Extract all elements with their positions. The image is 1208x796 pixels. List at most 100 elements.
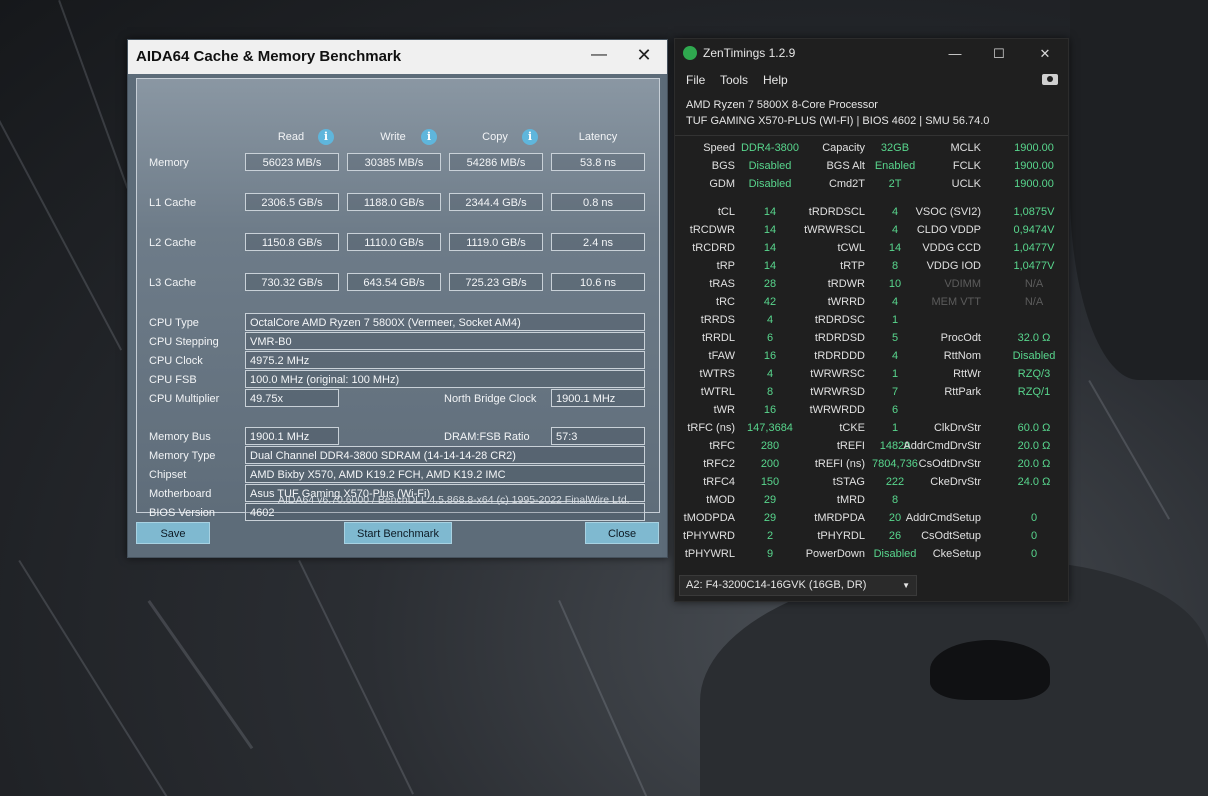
label-rttwr: RttWr — [953, 368, 981, 380]
close-icon[interactable]: ✕ — [1033, 43, 1057, 65]
memory-read-value: 56023 MB/s — [245, 153, 339, 171]
label-trfc: tRFC — [709, 440, 735, 452]
board-info: TUF GAMING X570-PLUS (WI-FI) | BIOS 4602… — [686, 115, 990, 127]
column-header-write: Write — [380, 131, 406, 143]
zentimings-titlebar[interactable]: ZenTimings 1.2.9 — ☐ ✕ — [675, 39, 1068, 69]
label-trfc4: tRFC4 — [703, 476, 735, 488]
label-uclk: UCLK — [951, 178, 981, 190]
label-bgs: BGS — [711, 160, 735, 172]
start-benchmark-button[interactable]: Start Benchmark — [344, 522, 452, 544]
cpu-fsb-value: 100.0 MHz (original: 100 MHz) — [245, 370, 645, 388]
value-addrcmddrvstr: 20.0 Ω — [1017, 440, 1051, 452]
menu-tools[interactable]: Tools — [720, 73, 748, 87]
value-mclk: 1900.00 — [1014, 142, 1054, 154]
copy-info-icon[interactable]: i — [522, 129, 538, 145]
minimize-icon[interactable]: — — [588, 42, 610, 68]
cpu-type-label: CPU Type — [149, 317, 199, 329]
motherboard-label: Motherboard — [149, 488, 212, 500]
label-twr: tWR — [713, 404, 735, 416]
screenshot-camera-icon[interactable] — [1042, 74, 1058, 85]
label-addrcmdsetup: AddrCmdSetup — [905, 512, 981, 524]
l3-copy-value: 725.23 GB/s — [449, 273, 543, 291]
minimize-icon[interactable]: — — [943, 43, 967, 65]
cpu-multiplier-label: CPU Multiplier — [149, 393, 220, 405]
label-addrcmddrvstr: AddrCmdDrvStr — [903, 440, 981, 452]
dram-fsb-ratio-label: DRAM:FSB Ratio — [444, 431, 530, 443]
l1-read-value: 2306.5 GB/s — [245, 193, 339, 211]
bios-version-label: BIOS Version — [149, 507, 216, 519]
memory-bus-label: Memory Bus — [149, 431, 211, 443]
label-mem-vtt: MEM VTT — [931, 296, 982, 308]
north-bridge-clock-label: North Bridge Clock — [444, 393, 537, 405]
column-header-copy: Copy — [482, 131, 508, 143]
label-tphywrl: tPHYWRL — [684, 548, 735, 560]
label-gdm: GDM — [709, 178, 735, 190]
save-button[interactable]: Save — [136, 522, 210, 544]
label-fclk: FCLK — [952, 160, 981, 172]
aida64-window: AIDA64 Cache & Memory Benchmark — ✕ Read… — [127, 39, 668, 558]
l2-copy-value: 1119.0 GB/s — [449, 233, 543, 251]
value-clkdrvstr: 60.0 Ω — [1017, 422, 1051, 434]
row-label-l1: L1 Cache — [149, 197, 197, 209]
l1-copy-value: 2344.4 GB/s — [449, 193, 543, 211]
dimm-select-dropdown[interactable]: A2: F4-3200C14-16GVK (16GB, DR) ▼ — [679, 575, 917, 596]
label-trrds: tRRDS — [700, 314, 735, 326]
label-csodtsetup: CsOdtSetup — [921, 530, 981, 542]
value-vdimm: N/A — [1024, 278, 1044, 290]
wallpaper-streak — [1088, 380, 1170, 520]
value-procodt: 32.0 Ω — [1017, 332, 1051, 344]
value-ckedrvstr: 24.0 Ω — [1017, 476, 1051, 488]
menu-file[interactable]: File — [686, 73, 705, 87]
cpu-name: AMD Ryzen 7 5800X 8-Core Processor — [686, 99, 878, 111]
chipset-value: AMD Bixby X570, AMD K19.2 FCH, AMD K19.2… — [245, 465, 645, 483]
value-tmrd: 8 — [891, 494, 899, 506]
memory-bus-value: 1900.1 MHz — [245, 427, 339, 445]
row-label-memory: Memory — [149, 157, 189, 169]
cpu-clock-value: 4975.2 MHz — [245, 351, 645, 369]
label-trp: tRP — [716, 260, 735, 272]
l3-read-value: 730.32 GB/s — [245, 273, 339, 291]
aida64-titlebar[interactable]: AIDA64 Cache & Memory Benchmark — ✕ — [128, 40, 667, 74]
label-ckedrvstr: CkeDrvStr — [930, 476, 981, 488]
label-csodtdrvstr: CsOdtDrvStr — [918, 458, 981, 470]
version-info: AIDA64 v6.70.6000 / BenchDLL 4.5.868.8-x… — [278, 494, 630, 506]
value-vddg-iod: 1,0477V — [1013, 260, 1055, 272]
memory-write-value: 30385 MB/s — [347, 153, 441, 171]
label-twtrs: tWTRS — [699, 368, 735, 380]
close-icon[interactable]: ✕ — [631, 42, 657, 68]
memory-type-label: Memory Type — [149, 450, 216, 462]
divider — [675, 135, 1068, 136]
label-vsoc-svi2: VSOC (SVI2) — [915, 206, 981, 218]
label-tcl: tCL — [717, 206, 735, 218]
cpu-stepping-value: VMR-B0 — [245, 332, 645, 350]
column-header-read: Read — [277, 131, 305, 143]
wallpaper-figure-shoulder — [1070, 0, 1208, 380]
wallpaper-streak — [558, 600, 650, 796]
menu-help[interactable]: Help — [763, 73, 788, 87]
cpu-multiplier-value: 49.75x — [245, 389, 339, 407]
dimm-select-value: A2: F4-3200C14-16GVK (16GB, DR) — [686, 579, 867, 591]
value-rttpark: RZQ/1 — [1017, 386, 1051, 398]
read-info-icon[interactable]: i — [318, 129, 334, 145]
value-rttwr: RZQ/3 — [1017, 368, 1051, 380]
value-cldo-vddp: 0,9474V — [1013, 224, 1055, 236]
wallpaper-streak — [0, 120, 123, 351]
label-vddg-iod: VDDG IOD — [926, 260, 981, 272]
memory-copy-value: 54286 MB/s — [449, 153, 543, 171]
label-tmrd: tMRD — [836, 494, 865, 506]
label-tfaw: tFAW — [708, 350, 735, 362]
write-info-icon[interactable]: i — [421, 129, 437, 145]
chipset-label: Chipset — [149, 469, 187, 481]
maximize-icon[interactable]: ☐ — [987, 43, 1011, 65]
label-tmodpda: tMODPDA — [683, 512, 735, 524]
label-vddg-ccd: VDDG CCD — [922, 242, 981, 254]
value-trdrdsc: 1 — [891, 314, 899, 326]
window-title: AIDA64 Cache & Memory Benchmark — [136, 48, 402, 65]
l2-read-value: 1150.8 GB/s — [245, 233, 339, 251]
wallpaper-streak — [298, 560, 414, 795]
label-tphywrd: tPHYWRD — [683, 530, 735, 542]
value-fclk: 1900.00 — [1014, 160, 1054, 172]
l1-write-value: 1188.0 GB/s — [347, 193, 441, 211]
cpu-fsb-label: CPU FSB — [149, 374, 197, 386]
value-mem-vtt: N/A — [1024, 296, 1044, 308]
